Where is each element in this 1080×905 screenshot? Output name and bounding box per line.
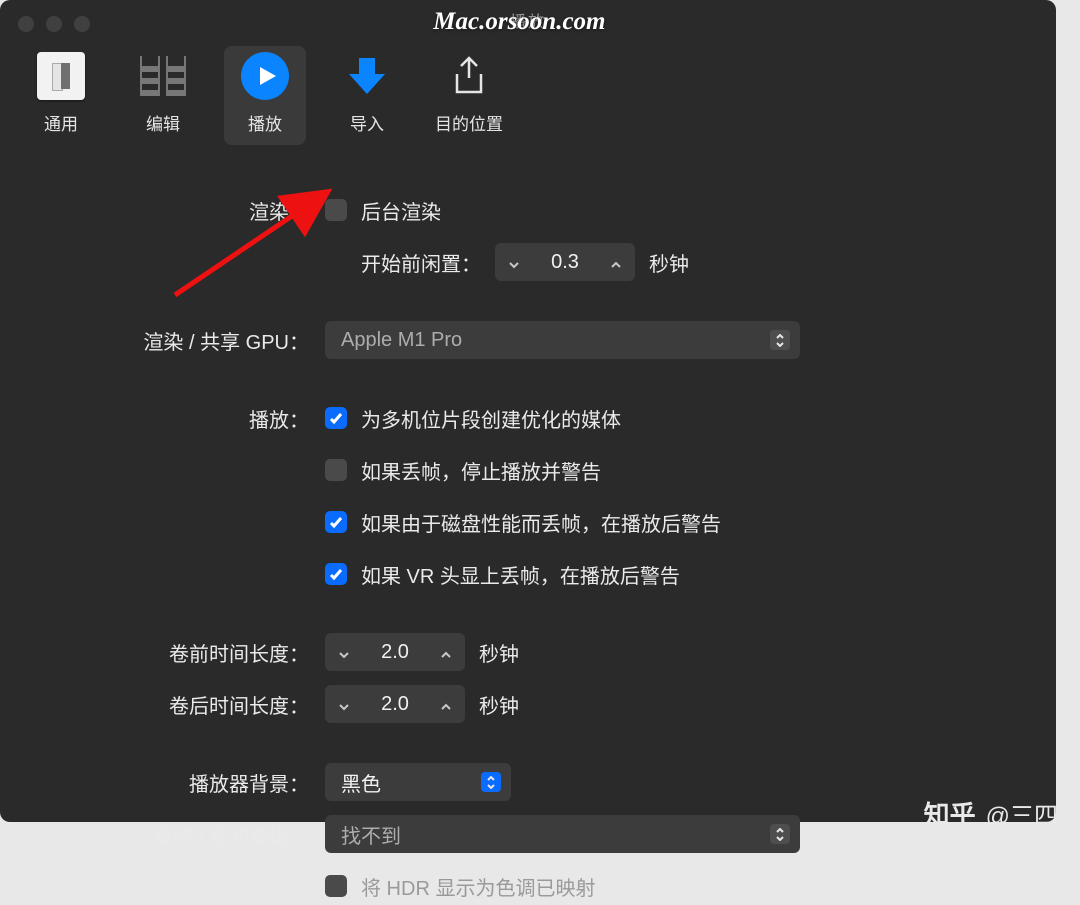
preroll-unit: 秒钟 <box>479 638 519 667</box>
hdr-tonemap-label: 将 HDR 显示为色调已映射 <box>361 872 595 901</box>
background-render-checkbox[interactable] <box>325 199 347 221</box>
idle-stepper[interactable]: 0.3 <box>495 243 635 281</box>
window-title: 播放 <box>510 14 546 31</box>
preroll-label: 卷前时间长度： <box>30 638 325 667</box>
postroll-value: 2.0 <box>381 693 409 716</box>
idle-label: 开始前闲置： <box>361 248 481 277</box>
toolbar-label: 编辑 <box>146 110 180 135</box>
chevron-down-icon[interactable] <box>507 255 521 269</box>
multicam-optimize-checkbox[interactable] <box>325 407 347 429</box>
postroll-label: 卷后时间长度： <box>30 690 325 719</box>
playerbg-value: 黑色 <box>341 768 381 797</box>
zhihu-author: @三四 <box>986 796 1058 831</box>
background-render-label: 后台渲染 <box>361 196 441 225</box>
preroll-stepper[interactable]: 2.0 <box>325 633 465 671</box>
chevron-up-icon[interactable] <box>439 697 453 711</box>
preferences-window: 播放 Mac.orsoon.com 通用 编辑 播放 导入 <box>0 0 1056 822</box>
toolbar-import[interactable]: 导入 <box>326 46 408 145</box>
chevron-down-icon[interactable] <box>337 645 351 659</box>
gpu-value: Apple M1 Pro <box>341 329 462 352</box>
avout-label: 音频 / 视频输出： <box>30 820 325 849</box>
stop-on-drop-label: 如果丢帧，停止播放并警告 <box>361 456 601 485</box>
playerbg-label: 播放器背景： <box>30 768 325 797</box>
toolbar-edit[interactable]: 编辑 <box>122 46 204 145</box>
toolbar-label: 导入 <box>350 110 384 135</box>
edit-icon <box>139 52 187 100</box>
idle-unit: 秒钟 <box>649 248 689 277</box>
zhihu-watermark: 知乎 @三四 <box>924 795 1058 832</box>
close-icon[interactable] <box>18 16 34 32</box>
download-icon <box>343 52 391 100</box>
chevron-down-icon[interactable] <box>337 697 351 711</box>
toolbar-label: 播放 <box>248 110 282 135</box>
idle-value: 0.3 <box>551 251 579 274</box>
select-caret-icon <box>481 772 501 792</box>
disk-drop-warn-label: 如果由于磁盘性能而丢帧，在播放后警告 <box>361 508 721 537</box>
avout-select[interactable]: 找不到 <box>325 815 800 853</box>
toolbar-label: 通用 <box>44 110 78 135</box>
toolbar-destinations[interactable]: 目的位置 <box>428 46 510 145</box>
titlebar: 播放 <box>0 0 1056 36</box>
toolbar-general[interactable]: 通用 <box>20 46 102 145</box>
window-controls <box>18 16 90 32</box>
postroll-unit: 秒钟 <box>479 690 519 719</box>
select-caret-icon <box>770 824 790 844</box>
avout-value: 找不到 <box>341 820 401 849</box>
zhihu-logo-icon: 知乎 <box>924 795 976 832</box>
toolbar-playback[interactable]: 播放 <box>224 46 306 145</box>
content-area: 渲染： 后台渲染 开始前闲置： 0.3 秒钟 渲染 / 共享 GP <box>0 155 1056 905</box>
preroll-value: 2.0 <box>381 641 409 664</box>
select-caret-icon <box>770 330 790 350</box>
chevron-up-icon[interactable] <box>609 255 623 269</box>
hdr-tonemap-checkbox[interactable] <box>325 875 347 897</box>
share-icon <box>445 52 493 100</box>
render-label: 渲染： <box>30 196 325 225</box>
general-icon <box>37 52 85 100</box>
multicam-optimize-label: 为多机位片段创建优化的媒体 <box>361 404 621 433</box>
disk-drop-warn-checkbox[interactable] <box>325 511 347 533</box>
stop-on-drop-checkbox[interactable] <box>325 459 347 481</box>
playback-label: 播放： <box>30 404 325 433</box>
vr-drop-warn-checkbox[interactable] <box>325 563 347 585</box>
vr-drop-warn-label: 如果 VR 头显上丢帧，在播放后警告 <box>361 560 680 589</box>
play-icon <box>241 52 289 100</box>
prefs-toolbar: 通用 编辑 播放 导入 目的位置 <box>0 36 1056 155</box>
gpu-label: 渲染 / 共享 GPU： <box>30 326 325 355</box>
chevron-up-icon[interactable] <box>439 645 453 659</box>
postroll-stepper[interactable]: 2.0 <box>325 685 465 723</box>
gpu-select[interactable]: Apple M1 Pro <box>325 321 800 359</box>
zoom-icon[interactable] <box>74 16 90 32</box>
playerbg-select[interactable]: 黑色 <box>325 763 511 801</box>
minimize-icon[interactable] <box>46 16 62 32</box>
toolbar-label: 目的位置 <box>435 110 503 135</box>
